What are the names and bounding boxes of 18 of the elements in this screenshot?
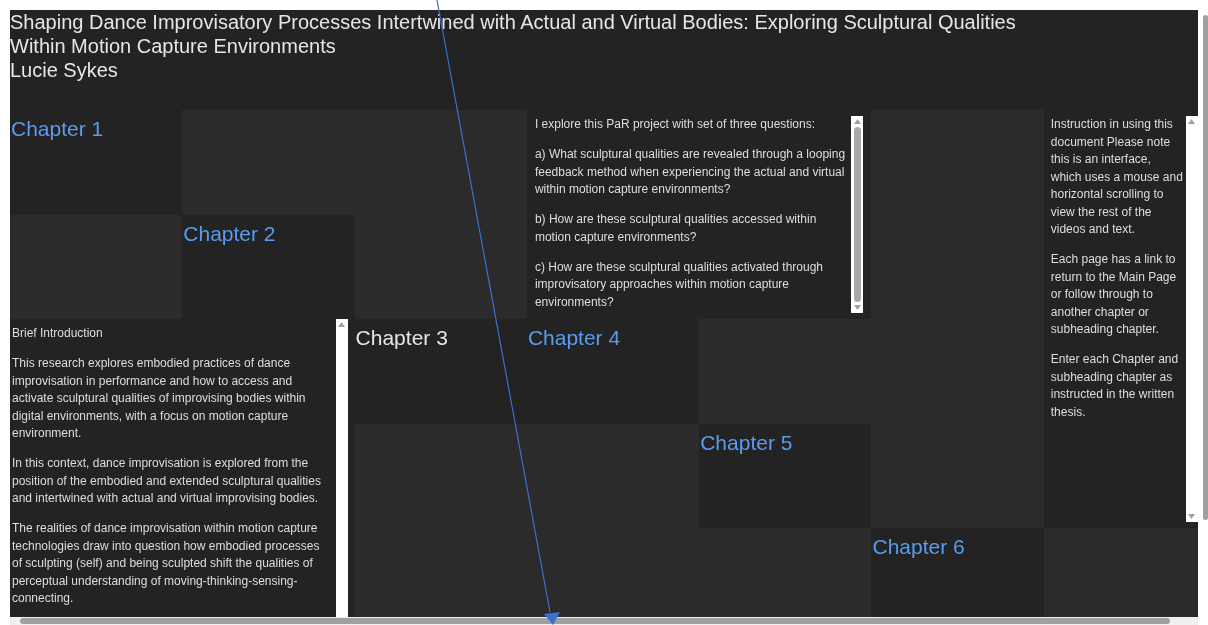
paragraph: Brief Introduction	[12, 325, 104, 342]
chapter-link[interactable]: Chapter 5	[699, 423, 872, 528]
author-name: Lucie Sykes	[10, 58, 119, 82]
chapter-link[interactable]: Chapter 1	[10, 110, 183, 215]
paragraph: Instruction in using this document Please note this is an interface, which uses a mouse and horizontal scrolling to view the rest of the videos and text.	[1050, 116, 1184, 238]
paragraph: Each page has a link to return to the Main Page or follow through to another chapter or subheading chapter.	[1050, 251, 1178, 338]
paragraph: c) How are these sculptural qualities activated through improvisatory approaches within motion capture environments?	[534, 258, 825, 311]
paragraph: The realities of dance improvisation within motion capture technologies draw into question how embodied processes of sculpting (self) and being sculpted shift the qualities of perceptual understanding of moving-thinking-sensing-connecting.	[12, 520, 321, 607]
chapter-link[interactable]: Chapter 4	[526, 319, 700, 424]
paragraph: This research explores embodied practices of dance improvisation in performance and how to access and activate sculptural qualities of improvising bodies within digital environments, with a focus on motion capture environment.	[12, 355, 307, 442]
paragraph: a) What sculptural qualities are revealed through a looping feedback method when experiencing the actual and virtual within motion capture environments?	[534, 146, 846, 198]
chapter-link[interactable]: Chapter 3	[354, 319, 527, 424]
paragraph: b) How are these sculptural qualities accessed within motion capture environments?	[534, 211, 818, 246]
chapter-link[interactable]: Chapter 6	[871, 528, 1044, 617]
chapter-link[interactable]: Chapter 2	[182, 214, 355, 319]
paragraph: Enter each Chapter and subheading chapter as instructed in the written thesis.	[1050, 351, 1180, 421]
paragraph: I explore this PaR project with set of three questions:	[534, 116, 817, 133]
paragraph: In this context, dance improvisation is explored from the position of the embodied and extended sculptural qualities and intertwined with actual and virtual improvising bodies.	[12, 455, 322, 507]
